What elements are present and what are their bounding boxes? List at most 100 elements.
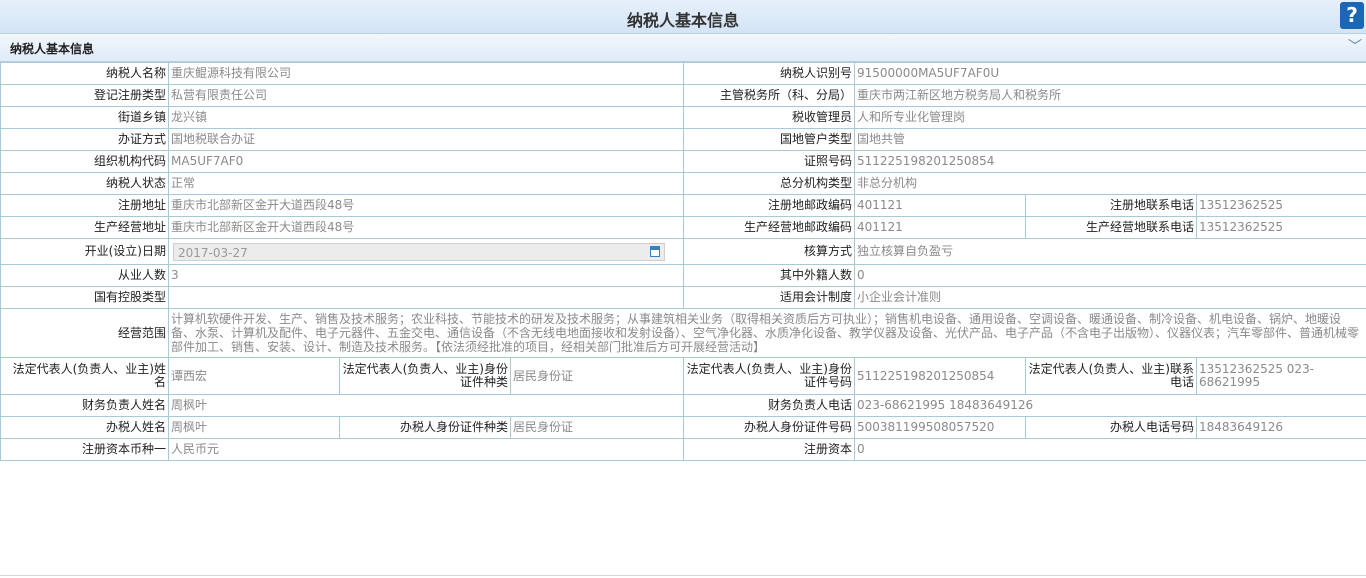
field-label: 财务负责人姓名 bbox=[0, 394, 169, 417]
calendar-icon[interactable] bbox=[650, 245, 660, 257]
table-row: 开业(设立)日期 2017-03-27 核算方式 独立核算自负盈亏 bbox=[0, 238, 1366, 265]
header-bar: 纳税人基本信息 ? bbox=[0, 0, 1366, 34]
branch-type-value: 非总分机构 bbox=[853, 172, 1366, 195]
foreign-employee-value: 0 bbox=[853, 264, 1366, 287]
registered-phone-value: 13512362525 bbox=[1195, 194, 1366, 217]
field-label: 办税人姓名 bbox=[0, 416, 169, 439]
open-date-text: 2017-03-27 bbox=[178, 245, 248, 260]
table-row: 注册地址 重庆市北部新区金开大道西段48号 注册地邮政编码 401121 注册地… bbox=[0, 194, 1366, 217]
open-date-input[interactable]: 2017-03-27 bbox=[173, 242, 665, 261]
table-row: 法定代表人(负责人、业主)姓名 谭西宏 法定代表人(负责人、业主)身份证件种类 … bbox=[0, 357, 1366, 395]
finance-head-phone-value: 023-68621995 18483649126 bbox=[853, 394, 1366, 417]
field-label: 登记注册类型 bbox=[0, 84, 169, 107]
tax-office-value: 重庆市两江新区地方税务局人和税务所 bbox=[853, 84, 1366, 107]
tax-agent-name-value: 周枫叶 bbox=[168, 416, 340, 439]
capital-currency-value: 人民币元 bbox=[168, 438, 684, 461]
tax-agent-id-type-value: 居民身份证 bbox=[510, 416, 684, 439]
business-address-value: 重庆市北部新区金开大道西段48号 bbox=[168, 216, 684, 239]
table-row: 街道乡镇 龙兴镇 税收管理员 人和所专业化管理岗 bbox=[0, 106, 1366, 129]
field-label: 注册地联系电话 bbox=[1025, 194, 1197, 217]
table-row: 登记注册类型 私营有限责任公司 主管税务所（科、分局） 重庆市两江新区地方税务局… bbox=[0, 84, 1366, 107]
license-number-value: 511225198201250854 bbox=[853, 150, 1366, 173]
business-scope-value: 计算机软硬件开发、生产、销售及技术服务；农业科技、节能技术的研发及技术服务；从事… bbox=[167, 308, 1366, 358]
registered-capital-value: 0 bbox=[853, 438, 1366, 461]
field-label: 注册资本 bbox=[683, 438, 855, 461]
field-label: 国地管户类型 bbox=[683, 128, 855, 151]
field-label: 纳税人识别号 bbox=[683, 62, 855, 85]
section-title: 纳税人基本信息 bbox=[10, 42, 95, 56]
field-label: 纳税人状态 bbox=[0, 172, 169, 195]
field-label: 办税人身份证件种类 bbox=[339, 416, 511, 439]
field-label: 主管税务所（科、分局） bbox=[683, 84, 855, 107]
section-header[interactable]: 纳税人基本信息 ﹀ bbox=[0, 34, 1366, 62]
table-row: 办税人姓名 周枫叶 办税人身份证件种类 居民身份证 办税人身份证件号码 5003… bbox=[0, 416, 1366, 439]
field-label: 法定代表人(负责人、业主)身份证件种类 bbox=[339, 357, 511, 395]
field-label: 办税人电话号码 bbox=[1025, 416, 1197, 439]
table-row: 从业人数 3 其中外籍人数 0 bbox=[0, 264, 1366, 287]
table-row: 纳税人状态 正常 总分机构类型 非总分机构 bbox=[0, 172, 1366, 195]
field-label: 注册资本币种一 bbox=[0, 438, 169, 461]
field-label: 生产经营地联系电话 bbox=[1025, 216, 1197, 239]
field-label: 经营范围 bbox=[0, 308, 169, 358]
finance-head-name-value: 周枫叶 bbox=[168, 394, 684, 417]
field-label: 证照号码 bbox=[683, 150, 855, 173]
taxpayer-status-value: 正常 bbox=[168, 172, 684, 195]
field-label: 注册地邮政编码 bbox=[683, 194, 855, 217]
field-label: 税收管理员 bbox=[683, 106, 855, 129]
divider bbox=[0, 575, 1366, 576]
taxpayer-name-value: 重庆鲲源科技有限公司 bbox=[168, 62, 684, 85]
legal-rep-id-type-value: 居民身份证 bbox=[510, 357, 684, 395]
accounting-method-value: 独立核算自负盈亏 bbox=[853, 238, 1366, 265]
business-phone-value: 13512362525 bbox=[1195, 216, 1366, 239]
registered-address-value: 重庆市北部新区金开大道西段48号 bbox=[168, 194, 684, 217]
street-town-value: 龙兴镇 bbox=[168, 106, 684, 129]
field-label: 其中外籍人数 bbox=[683, 264, 855, 287]
registration-type-value: 私营有限责任公司 bbox=[168, 84, 684, 107]
registered-postcode-value: 401121 bbox=[854, 194, 1026, 217]
table-row: 经营范围 计算机软硬件开发、生产、销售及技术服务；农业科技、节能技术的研发及技术… bbox=[0, 308, 1366, 358]
business-postcode-value: 401121 bbox=[854, 216, 1026, 239]
accounting-system-value: 小企业会计准则 bbox=[853, 286, 1366, 309]
taxpayer-info-table: 纳税人名称 重庆鲲源科技有限公司 纳税人识别号 91500000MA5UF7AF… bbox=[0, 62, 1366, 461]
field-label: 财务负责人电话 bbox=[683, 394, 855, 417]
management-type-value: 国地共管 bbox=[853, 128, 1366, 151]
field-label: 法定代表人(负责人、业主)联系电话 bbox=[1025, 357, 1197, 395]
table-row: 国有控股类型 适用会计制度 小企业会计准则 bbox=[0, 286, 1366, 309]
legal-rep-phone-value: 13512362525 023-68621995 bbox=[1195, 357, 1366, 395]
tax-agent-phone-value: 18483649126 bbox=[1195, 416, 1366, 439]
field-label: 生产经营地址 bbox=[0, 216, 169, 239]
field-label: 国有控股类型 bbox=[0, 286, 169, 309]
taxpayer-id-value: 91500000MA5UF7AF0U bbox=[853, 62, 1366, 85]
field-label: 办税人身份证件号码 bbox=[683, 416, 855, 439]
legal-rep-id-number-value: 511225198201250854 bbox=[854, 357, 1026, 395]
legal-rep-name-value: 谭西宏 bbox=[168, 357, 340, 395]
table-row: 组织机构代码 MA5UF7AF0 证照号码 511225198201250854 bbox=[0, 150, 1366, 173]
table-row: 办证方式 国地税联合办证 国地管户类型 国地共管 bbox=[0, 128, 1366, 151]
state-holding-value bbox=[168, 286, 684, 309]
field-label: 纳税人名称 bbox=[0, 62, 169, 85]
page-title: 纳税人基本信息 bbox=[626, 11, 739, 30]
field-label: 核算方式 bbox=[683, 238, 855, 265]
field-label: 生产经营地邮政编码 bbox=[683, 216, 855, 239]
field-label: 开业(设立)日期 bbox=[0, 238, 169, 265]
field-label: 组织机构代码 bbox=[0, 150, 169, 173]
field-label: 法定代表人(负责人、业主)身份证件号码 bbox=[683, 357, 855, 395]
table-row: 注册资本币种一 人民币元 注册资本 0 bbox=[0, 438, 1366, 461]
field-label: 法定代表人(负责人、业主)姓名 bbox=[0, 357, 169, 395]
tax-agent-id-number-value: 500381199508057520 bbox=[854, 416, 1026, 439]
tax-administrator-value: 人和所专业化管理岗 bbox=[853, 106, 1366, 129]
chevron-down-icon[interactable]: ﹀ bbox=[1348, 36, 1362, 56]
org-code-value: MA5UF7AF0 bbox=[168, 150, 684, 173]
table-row: 财务负责人姓名 周枫叶 财务负责人电话 023-68621995 1848364… bbox=[0, 394, 1366, 417]
certificate-method-value: 国地税联合办证 bbox=[168, 128, 684, 151]
field-label: 注册地址 bbox=[0, 194, 169, 217]
field-label: 适用会计制度 bbox=[683, 286, 855, 309]
field-label: 从业人数 bbox=[0, 264, 169, 287]
help-icon[interactable]: ? bbox=[1340, 2, 1364, 29]
employee-count-value: 3 bbox=[168, 264, 684, 287]
field-label: 办证方式 bbox=[0, 128, 169, 151]
table-row: 纳税人名称 重庆鲲源科技有限公司 纳税人识别号 91500000MA5UF7AF… bbox=[0, 62, 1366, 85]
table-row: 生产经营地址 重庆市北部新区金开大道西段48号 生产经营地邮政编码 401121… bbox=[0, 216, 1366, 239]
field-label: 街道乡镇 bbox=[0, 106, 169, 129]
field-label: 总分机构类型 bbox=[683, 172, 855, 195]
